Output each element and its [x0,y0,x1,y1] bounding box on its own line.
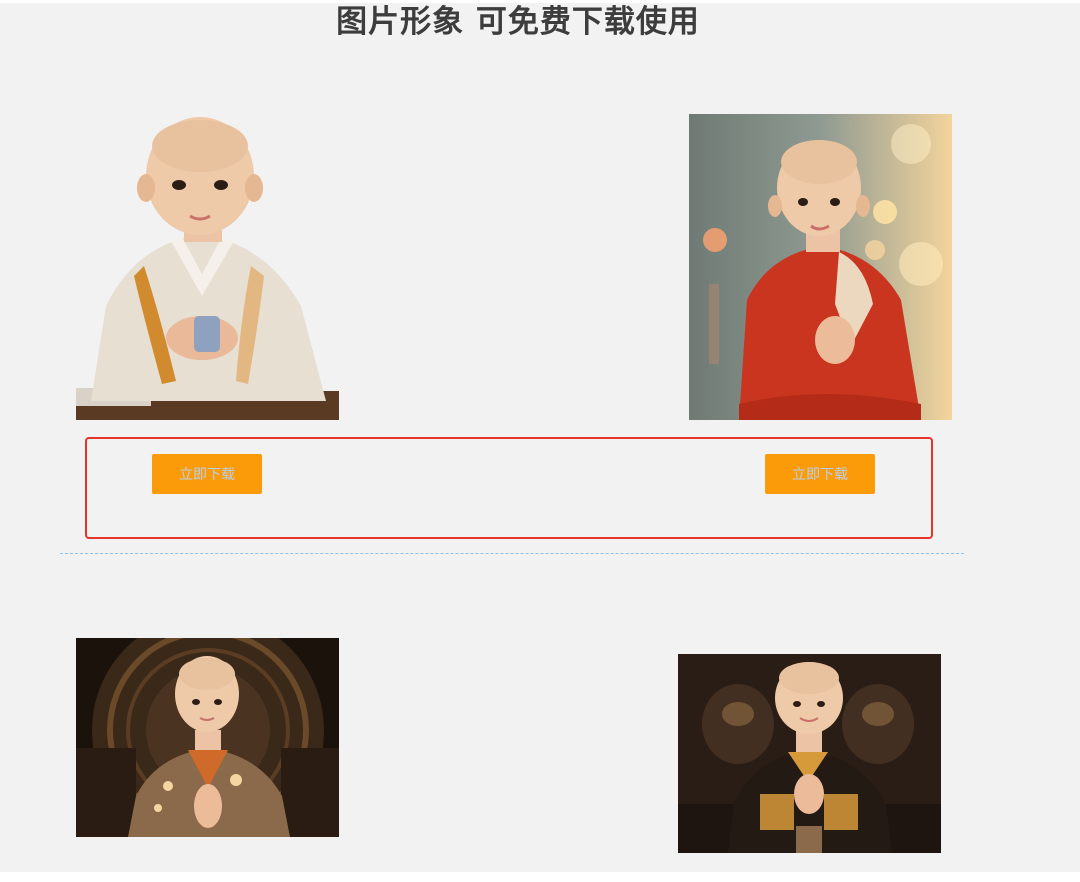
highlight-box [85,437,933,539]
image-card-monk-dark-robe[interactable] [678,654,941,853]
image-card-monk-brown-robe[interactable] [76,638,339,837]
monk-child-brown-robe-image [76,638,339,837]
section-divider [60,553,964,554]
monk-child-white-robe-image [76,117,339,420]
monk-child-dark-robe-image [678,654,941,853]
monk-child-red-robe-image [689,114,952,420]
image-card-monk-red-robe[interactable] [689,114,952,420]
image-card-monk-white-robe[interactable] [76,116,339,420]
bottom-strip [0,872,1080,882]
page-title: 图片形象 可免费下载使用 [336,4,700,40]
